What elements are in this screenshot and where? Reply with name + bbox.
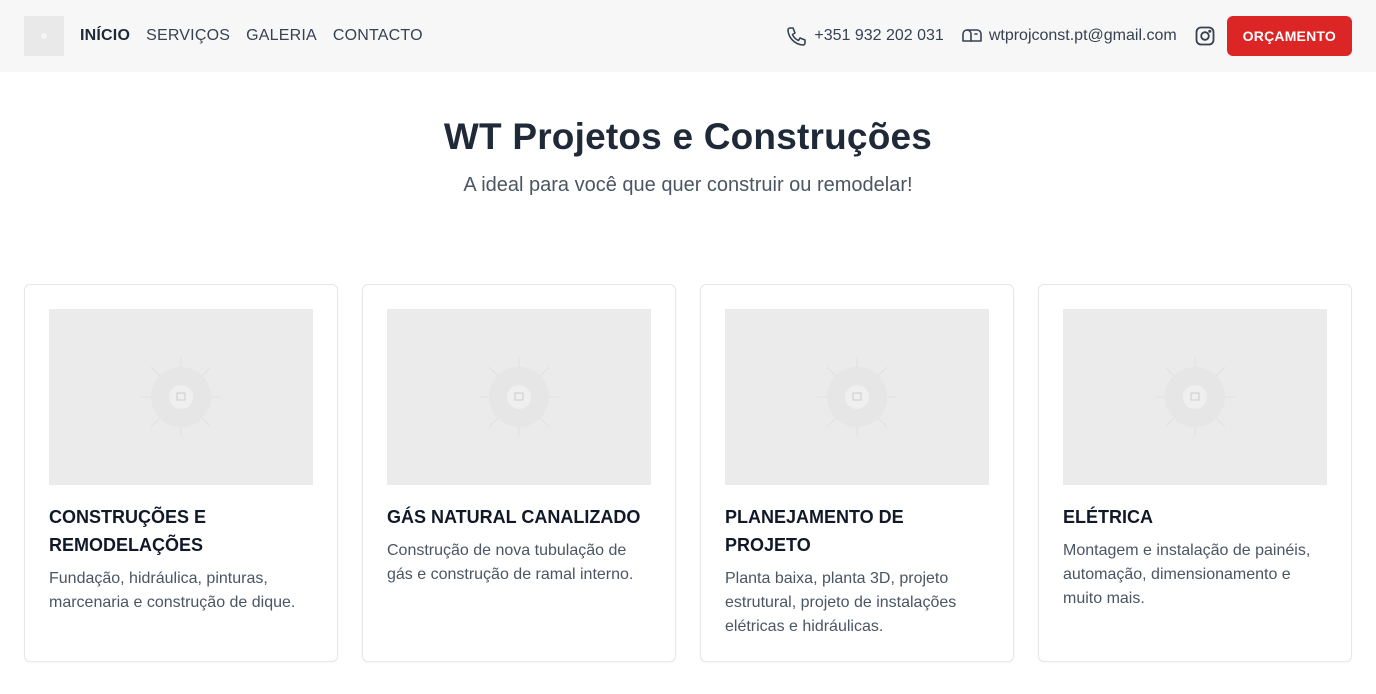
phone-link[interactable]: +351 932 202 031 bbox=[785, 24, 944, 48]
nav-item-servicos[interactable]: SERVIÇOS bbox=[146, 27, 230, 45]
card-description: Construção de nova tubulação de gás e co… bbox=[387, 542, 634, 583]
card-title: PLANEJAMENTO DE PROJETO bbox=[725, 507, 904, 555]
nav-item-inicio[interactable]: INÍCIO bbox=[80, 27, 130, 45]
hero-section: WT Projetos e Construções A ideal para v… bbox=[0, 116, 1376, 197]
service-card-planejamento[interactable]: PLANEJAMENTO DE PROJETO Planta baixa, pl… bbox=[700, 284, 1014, 662]
logo-mark bbox=[41, 33, 47, 39]
card-description: Montagem e instalação de painéis, automa… bbox=[1063, 542, 1311, 607]
email-address: wtprojconst.pt@gmail.com bbox=[988, 27, 1177, 44]
image-icon bbox=[1155, 357, 1235, 437]
logo[interactable] bbox=[24, 16, 64, 56]
image-placeholder bbox=[725, 309, 989, 485]
page-subtitle: A ideal para você que quer construir ou … bbox=[463, 174, 913, 196]
site-header: INÍCIO SERVIÇOS GALERIA CONTACTO +351 93… bbox=[0, 0, 1376, 72]
image-placeholder bbox=[1063, 309, 1327, 485]
instagram-link[interactable] bbox=[1193, 24, 1217, 48]
main-nav: INÍCIO SERVIÇOS GALERIA CONTACTO bbox=[80, 27, 439, 45]
image-icon bbox=[141, 357, 221, 437]
nav-item-galeria[interactable]: GALERIA bbox=[246, 27, 317, 45]
services-grid: CONSTRUÇÕES E REMODELAÇÕES Fundação, hid… bbox=[24, 284, 1352, 662]
service-card-gas[interactable]: GÁS NATURAL CANALIZADO Construção de nov… bbox=[362, 284, 676, 662]
phone-icon bbox=[787, 27, 807, 46]
service-card-construcoes[interactable]: CONSTRUÇÕES E REMODELAÇÕES Fundação, hid… bbox=[24, 284, 338, 662]
phone-number: +351 932 202 031 bbox=[814, 27, 944, 44]
image-placeholder bbox=[49, 309, 313, 485]
card-title: ELÉTRICA bbox=[1063, 507, 1153, 527]
card-title: CONSTRUÇÕES E REMODELAÇÕES bbox=[49, 507, 207, 555]
image-icon bbox=[817, 357, 897, 437]
card-title: GÁS NATURAL CANALIZADO bbox=[387, 507, 641, 527]
email-link[interactable]: wtprojconst.pt@gmail.com bbox=[960, 24, 1177, 48]
service-card-eletrica[interactable]: ELÉTRICA Montagem e instalação de painéi… bbox=[1038, 284, 1352, 662]
page-title: WT Projetos e Construções bbox=[443, 116, 933, 157]
image-icon bbox=[479, 357, 559, 437]
image-placeholder bbox=[387, 309, 651, 485]
card-description: Planta baixa, planta 3D, projeto estrutu… bbox=[725, 570, 957, 635]
card-description: Fundação, hidráulica, pinturas, marcenar… bbox=[49, 570, 296, 611]
mail-icon bbox=[962, 29, 982, 42]
header-contacts: +351 932 202 031 wtprojconst.pt@gmail.co… bbox=[785, 16, 1352, 56]
nav-item-contacto[interactable]: CONTACTO bbox=[333, 27, 423, 45]
instagram-icon bbox=[1195, 26, 1215, 46]
quote-button[interactable]: ORÇAMENTO bbox=[1226, 16, 1352, 56]
